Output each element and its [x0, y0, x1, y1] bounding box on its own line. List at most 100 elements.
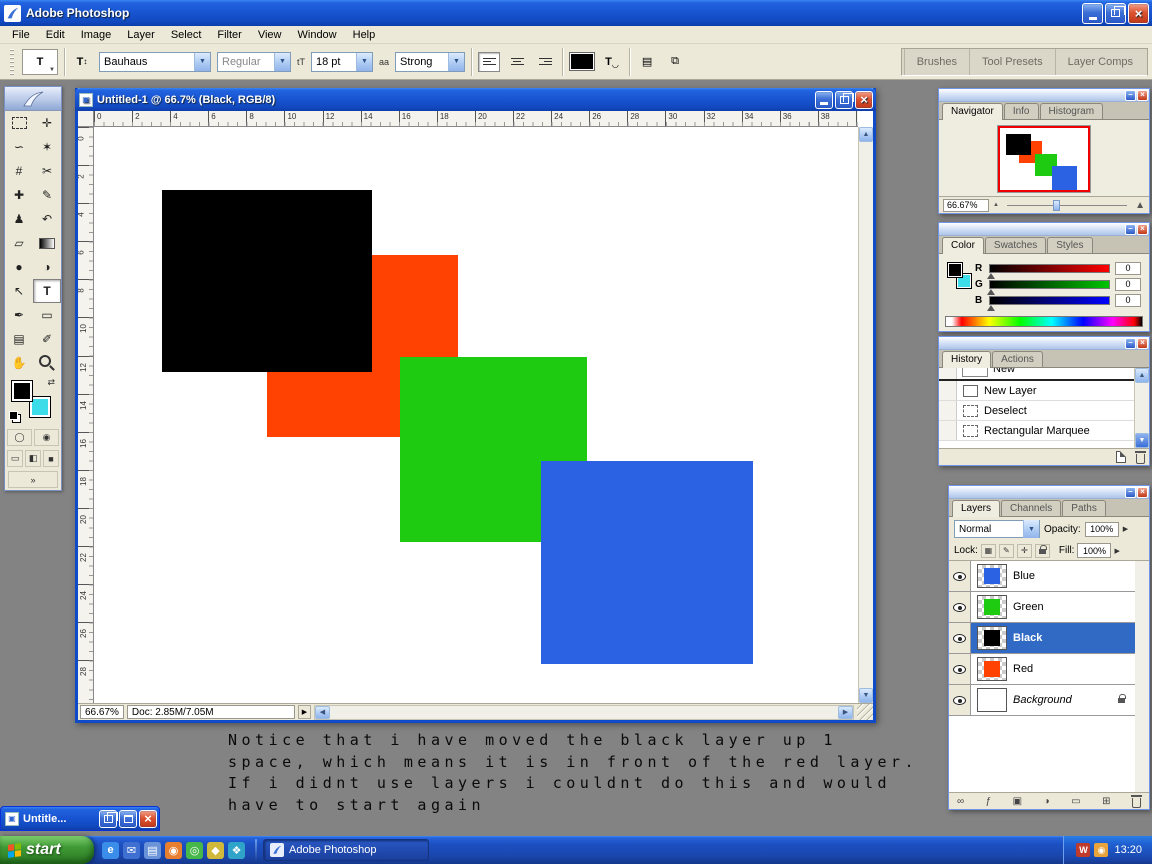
antivirus-icon[interactable]: ◆ — [207, 841, 224, 859]
opacity-popup-icon[interactable]: ▶ — [1123, 525, 1128, 533]
layer-visibility-toggle[interactable] — [949, 685, 971, 715]
history-brush-tool[interactable]: ↶ — [33, 207, 61, 231]
start-button[interactable]: start — [0, 836, 94, 864]
clone-stamp-tool[interactable]: ♟ — [5, 207, 33, 231]
status-menu-arrow-icon[interactable]: ▶ — [297, 705, 311, 719]
layer-row[interactable]: Background — [949, 685, 1135, 716]
canvas[interactable] — [94, 127, 858, 703]
align-center-button[interactable] — [506, 52, 528, 72]
brush-tool[interactable]: ✎ — [33, 183, 61, 207]
zoom-in-icon[interactable]: ▲ — [1135, 200, 1145, 211]
color-channel-ramp[interactable] — [987, 279, 1110, 295]
menu-item[interactable]: Edit — [38, 27, 73, 43]
word-tray-icon[interactable]: W — [1076, 843, 1091, 857]
palette-close-icon[interactable]: × — [1137, 337, 1148, 349]
history-step-row[interactable]: Deselect — [939, 401, 1134, 421]
layer-visibility-toggle[interactable] — [949, 561, 971, 591]
notes-tool[interactable]: ▤ — [5, 327, 33, 351]
navigator-zoom-slider[interactable] — [1006, 199, 1128, 211]
rectangular-marquee-tool[interactable] — [5, 111, 33, 135]
layer-thumbnail[interactable] — [977, 626, 1007, 650]
channel-value-field[interactable]: 0 — [1115, 293, 1141, 307]
channel-value-field[interactable]: 0 — [1115, 261, 1141, 275]
scroll-down-icon[interactable]: ▼ — [1135, 433, 1149, 448]
path-selection-tool[interactable]: ↖ — [5, 279, 33, 303]
layer-row[interactable]: Green — [949, 592, 1135, 623]
mini-maximize-button[interactable] — [119, 809, 137, 828]
menu-item[interactable]: Help — [345, 27, 384, 43]
browser-icon[interactable]: ❖ — [228, 841, 245, 859]
layer-thumbnail[interactable] — [977, 657, 1007, 681]
dock-tab[interactable]: Brushes — [903, 48, 969, 75]
internet-explorer-icon[interactable]: e — [102, 841, 119, 859]
history-source-cell[interactable] — [939, 368, 957, 379]
dock-tab[interactable]: Layer Comps — [1054, 48, 1145, 75]
palette-tab[interactable]: Info — [1003, 103, 1039, 119]
zoom-field[interactable]: 66.67% — [80, 705, 124, 719]
menu-item[interactable]: Window — [290, 27, 345, 43]
color-spectrum-bar[interactable] — [945, 316, 1143, 327]
palette-tab[interactable]: Layers — [952, 500, 1001, 517]
palette-close-icon[interactable]: × — [1137, 223, 1148, 235]
minimized-window[interactable]: ▣ Untitle... × — [0, 806, 160, 831]
eraser-tool[interactable]: ▱ — [5, 231, 33, 255]
history-step-row[interactable]: New Layer — [939, 381, 1134, 401]
palette-tab[interactable]: Paths — [1062, 500, 1106, 516]
layer-visibility-toggle[interactable] — [949, 623, 971, 653]
foreground-color-swatch[interactable] — [11, 380, 33, 402]
menu-item[interactable]: Layer — [119, 27, 163, 43]
taskbar-task-button[interactable]: Adobe Photoshop — [263, 839, 429, 861]
resize-grip[interactable] — [857, 704, 873, 720]
text-orientation-icon[interactable]: T ↕ — [71, 51, 93, 73]
layer-thumbnail[interactable] — [977, 595, 1007, 619]
scroll-down-icon[interactable]: ▼ — [859, 688, 873, 703]
lasso-tool[interactable]: ∽ — [5, 135, 33, 159]
restore-button[interactable] — [1105, 2, 1126, 24]
fill-field[interactable]: 100% — [1077, 543, 1112, 558]
palette-minimize-icon[interactable]: – — [1125, 223, 1136, 235]
minimize-button[interactable] — [1082, 2, 1103, 24]
new-group-icon[interactable]: ▭ — [1071, 796, 1080, 807]
link-layers-icon[interactable]: ∞ — [957, 796, 964, 807]
menu-item[interactable]: Select — [163, 27, 210, 43]
palette-minimize-icon[interactable]: – — [1125, 337, 1136, 349]
opacity-field[interactable]: 100% — [1084, 521, 1119, 537]
history-step-row[interactable]: Rectangular Marquee — [939, 421, 1134, 441]
move-tool[interactable]: ✛ — [33, 111, 61, 135]
layer-row[interactable]: Red — [949, 654, 1135, 685]
scroll-up-icon[interactable]: ▲ — [859, 127, 873, 142]
swap-colors-icon[interactable]: ⇄ — [47, 377, 55, 388]
delete-layer-icon[interactable] — [1130, 794, 1142, 808]
blur-tool[interactable]: ● — [5, 255, 33, 279]
menu-item[interactable]: View — [250, 27, 290, 43]
history-source-cell[interactable] — [939, 421, 957, 440]
foreground-color-swatch[interactable] — [947, 262, 963, 278]
gradient-tool[interactable] — [33, 231, 61, 255]
healing-brush-tool[interactable]: ✚ — [5, 183, 33, 207]
palette-tab[interactable]: Color — [942, 237, 984, 254]
slider-thumb-icon[interactable] — [987, 272, 995, 279]
layer-row[interactable]: Blue — [949, 561, 1135, 592]
align-left-button[interactable] — [478, 51, 501, 72]
warp-text-icon[interactable]: T ◡ — [601, 51, 623, 73]
history-source-cell[interactable] — [939, 381, 957, 400]
slider-thumb-icon[interactable] — [987, 304, 995, 311]
menu-item[interactable]: Filter — [209, 27, 249, 43]
pen-tool[interactable]: ✒ — [5, 303, 33, 327]
palette-minimize-icon[interactable]: – — [1125, 486, 1136, 498]
history-snapshot-row[interactable]: New — [939, 368, 1134, 381]
blend-mode-select[interactable]: Normal ▼ — [954, 520, 1040, 538]
palette-tab[interactable]: Navigator — [942, 103, 1003, 120]
msn-messenger-icon[interactable]: ◎ — [186, 841, 203, 859]
lock-all-icon[interactable] — [1034, 543, 1050, 558]
doc-restore-button[interactable] — [835, 90, 854, 109]
palette-close-icon[interactable]: × — [1137, 486, 1148, 498]
close-button[interactable]: × — [1128, 2, 1149, 24]
layer-row[interactable]: Black — [949, 623, 1135, 654]
options-grip[interactable] — [10, 48, 14, 75]
fill-popup-icon[interactable]: ▶ — [1114, 547, 1119, 555]
file-browser-icon[interactable]: ⧉ — [664, 51, 686, 73]
toolbox-header[interactable] — [5, 87, 61, 111]
dock-tab[interactable]: Tool Presets — [969, 48, 1055, 75]
new-layer-icon[interactable]: ⊞ — [1102, 796, 1110, 807]
